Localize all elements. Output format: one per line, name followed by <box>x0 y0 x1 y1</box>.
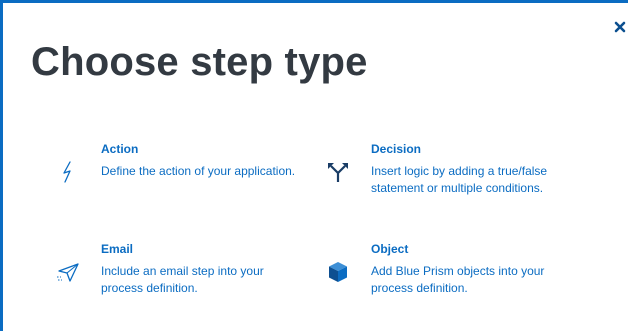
step-option-title: Decision <box>371 142 422 156</box>
step-option-title: Object <box>371 242 409 256</box>
branch-arrows-icon <box>326 160 350 184</box>
dialog-title: Choose step type <box>31 40 368 84</box>
step-option-action[interactable]: Action Define the action of your applica… <box>63 142 341 212</box>
step-option-description: Add Blue Prism objects into your process… <box>371 264 545 295</box>
step-option-object[interactable]: Object Add Blue Prism objects into your … <box>329 242 611 312</box>
step-option-title: Email <box>101 242 134 256</box>
choose-step-type-dialog: Choose step type Action Define the actio… <box>0 0 628 331</box>
close-button[interactable] <box>613 20 627 34</box>
step-option-description: Include an email step into your process … <box>101 264 264 295</box>
paper-plane-icon <box>56 260 80 284</box>
lightning-icon <box>56 160 80 184</box>
close-icon <box>614 21 626 33</box>
step-option-title: Action <box>101 142 139 156</box>
step-option-email[interactable]: Email Include an email step into your pr… <box>57 242 341 312</box>
cube-icon <box>326 260 350 284</box>
step-option-description: Insert logic by adding a true/false stat… <box>371 164 548 195</box>
step-option-decision[interactable]: Decision Insert logic by adding a true/f… <box>328 142 611 212</box>
step-option-description: Define the action of your application. <box>101 164 296 178</box>
